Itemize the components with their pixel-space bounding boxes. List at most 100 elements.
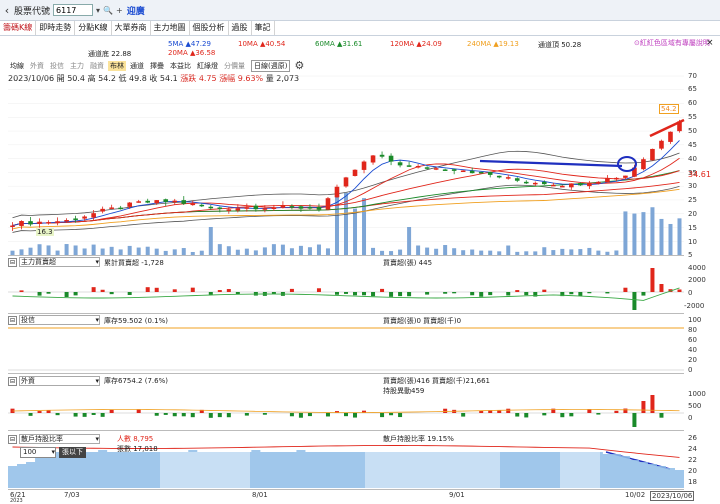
volume-bar [64,244,69,255]
main-force-bar [37,292,42,296]
candle-body [596,181,601,184]
foreign-bar [569,413,574,417]
main-force-bar [524,292,529,296]
candle-body [289,206,295,208]
candle-body [379,154,385,157]
candle-body [136,201,141,203]
candle-body [569,183,574,188]
candle-body [316,206,322,210]
foreign-holding-change: 持股異動459 [383,387,425,395]
candle-body [406,165,412,167]
candle-body [19,221,24,226]
candle-body [307,207,313,209]
foreign-bar [344,413,348,417]
candle-body [415,166,421,168]
foreign-bar [623,408,628,413]
trust-select[interactable]: 投信 ▾ [19,315,100,325]
main-force-bar [407,292,412,297]
candle-body [532,182,538,185]
candle-body [109,207,114,209]
volume-bar [668,223,673,255]
panel-toggle-icon[interactable]: ⊟ [8,315,17,325]
panel-toggle-icon[interactable]: ⊟ [8,434,17,444]
foreign-bar [380,413,385,418]
candle-body [127,202,132,207]
price-tick: 5 [688,251,693,259]
foreign-net-buy: 買賣超(張)416 買賣超(千)21,661 [383,377,491,385]
trust-axis-tick: 60 [688,336,697,344]
trust-axis-tick: 20 [688,356,697,364]
volume-bar [425,247,430,255]
holders-axis-tick: 18 [688,478,697,486]
candle-body [154,200,160,204]
foreign-select[interactable]: 外資 ▾ [19,376,100,386]
main-force-bar [578,292,583,297]
volume-bar [262,247,267,255]
volume-bar [217,244,222,255]
volume-bar [641,212,646,255]
lots-select[interactable]: 100 ▾ [20,447,56,458]
candle-body [64,220,69,222]
volume-bar [28,247,33,255]
main-force-bar [353,292,358,296]
candle-body [91,213,96,218]
volume-bar [353,208,358,255]
candle-body [614,177,619,180]
candle-body [253,205,259,210]
panel-toggle-icon[interactable]: ⊟ [8,257,17,267]
foreign-bar [641,401,646,413]
volume-bar [659,218,664,255]
foreign-bar [190,413,195,418]
holders-select[interactable]: 散戶持股比率 ▾ [19,434,100,444]
foreign-bar [217,413,222,418]
x-tick: 7/03 [64,491,80,499]
candle-body [424,167,430,169]
foreign-bar [632,413,637,427]
candle-body [668,131,673,142]
main-force-panel-header: ⊟ 主力買賣超 ▾ [8,257,100,267]
annotation-circle [617,156,637,172]
holders-axis-tick: 20 [688,467,697,475]
foreign-bar [461,413,466,417]
main-force-bar [172,289,177,292]
main-force-bar [217,290,222,292]
main-force-bar [506,292,511,296]
volume-bar [208,227,213,255]
candle-body [605,177,610,183]
candle-body [451,169,457,171]
foreign-bar [100,413,105,417]
candle-body [641,159,646,170]
foreign-bar [172,413,177,417]
price-tick: 25 [688,196,697,204]
price-tick: 65 [688,85,697,93]
candle-body [226,209,232,211]
foreign-bar [307,413,312,417]
candle-body [55,221,60,223]
candle-body [190,203,196,206]
foreign-bar [596,413,601,415]
candle-body [623,175,628,178]
lots-suffix: 張以下 [59,447,86,458]
main-force-select[interactable]: 主力買賣超 ▾ [19,257,100,267]
holders-lots: 張數 17,018 [117,445,158,453]
candle-body [551,184,556,187]
chart-canvas[interactable] [0,0,720,503]
main-cumulative: 累計買賣超 -1,728 [104,259,164,267]
high-price-label: 54.2 [659,104,679,114]
volume-bar [73,245,78,255]
candle-body [235,208,241,211]
main-force-bar [145,287,150,292]
main-force-bar [226,289,231,292]
current-price-label: 34.61 [688,170,711,179]
volume-bar [316,244,321,255]
candle-body [352,169,358,176]
foreign-axis-tick: 1000 [688,390,706,398]
main-force-bar [371,292,376,297]
panel-toggle-icon[interactable]: ⊟ [8,376,17,386]
holders-ratio-band [365,452,500,488]
volume-bar [371,247,376,255]
foreign-bar [82,413,87,417]
volume-bar [416,245,421,255]
volume-bar [145,246,150,255]
main-force-bar [398,292,403,297]
